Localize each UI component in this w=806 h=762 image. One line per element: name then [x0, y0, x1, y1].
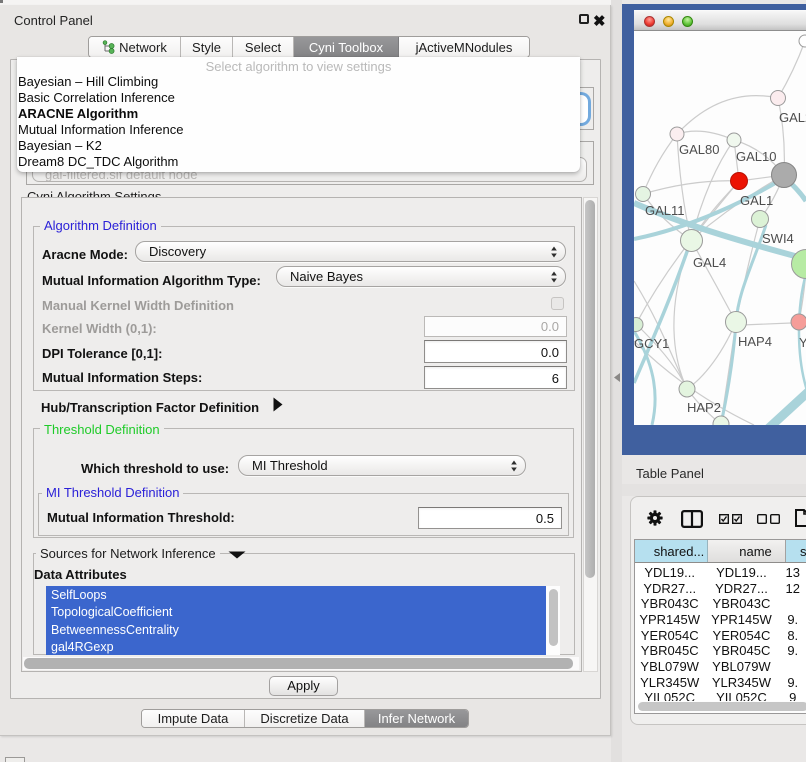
- svg-text:HAP4: HAP4: [738, 334, 772, 349]
- svg-text:GAL11: GAL11: [645, 203, 685, 218]
- svg-text:GAL10: GAL10: [736, 149, 776, 164]
- svg-text:GCY1: GCY1: [634, 336, 669, 351]
- svg-text:GAL2: GAL2: [779, 110, 806, 125]
- svg-text:HAP2: HAP2: [687, 400, 721, 415]
- svg-text:GAL80: GAL80: [679, 142, 719, 157]
- svg-text:SWI4: SWI4: [762, 231, 794, 246]
- svg-text:GAL4: GAL4: [693, 255, 726, 270]
- svg-text:Y: Y: [799, 335, 806, 350]
- svg-text:GAL1: GAL1: [740, 193, 773, 208]
